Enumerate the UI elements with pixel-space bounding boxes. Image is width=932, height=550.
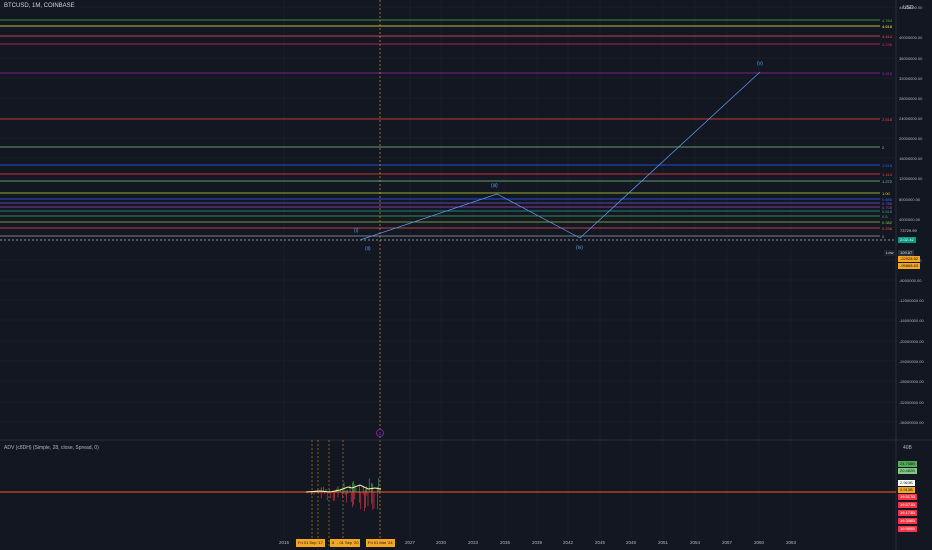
time-axis-label: 2042: [563, 540, 574, 545]
indicator-title[interactable]: ADV (c8DH) (Simple, 28, close, Spread, 0…: [4, 445, 99, 451]
date-tag: Fri 01 Sep '17: [296, 539, 325, 547]
fib-label: 0.382: [882, 219, 893, 225]
fib-label: 4.618: [882, 23, 893, 29]
wave-label: (ii): [365, 246, 371, 252]
indicator-tag: 24.758B: [898, 461, 917, 467]
time-axis-label: 2054: [690, 540, 701, 545]
fib-label: 4.414: [882, 33, 893, 39]
wave-label: (v): [757, 61, 763, 67]
price-axis-label: -28000000.00: [899, 379, 924, 384]
indicator-tag: 20.482B: [898, 468, 917, 474]
price-axis-label: 12000000.00: [899, 176, 923, 181]
time-axis-label: 2057: [722, 540, 733, 545]
indicator-tag: 19.571B: [898, 502, 917, 508]
wave-label: (i): [354, 228, 359, 234]
grid-lines: [0, 0, 896, 538]
price-axis-label: 40000000.00: [899, 35, 923, 40]
indicator-tag: 2.963B: [898, 480, 915, 486]
fib-label: 0.236: [882, 225, 893, 231]
price-tag: Low: [884, 250, 896, 256]
wave-label: (iv): [576, 245, 583, 251]
date-tag: - 01 Sep '20: [335, 539, 361, 547]
price-tag: 2-02-42: [898, 237, 916, 243]
time-axis-label: 2036: [500, 540, 511, 545]
fib-label: 0.5: [882, 213, 888, 219]
price-axis-label: 36000000.00: [899, 56, 923, 61]
fib-label: 1.272: [882, 178, 893, 184]
price-tag: -99868.63: [898, 263, 921, 269]
indicator-tag: 19.306B: [898, 518, 917, 524]
fib-label: 2: [882, 144, 885, 150]
time-axis-label: 2030: [436, 540, 447, 545]
adv-histogram: [305, 478, 382, 512]
fib-label: 3.618: [882, 70, 893, 76]
time-axis-label: 2039: [532, 540, 543, 545]
fib-label: 0: [882, 233, 885, 239]
price-axis-label: 44000000.00: [899, 5, 923, 10]
fib-label: 1.414: [882, 171, 893, 177]
time-axis-label: 2048: [626, 540, 637, 545]
price-axis-label: -24000000.00: [899, 359, 924, 364]
fib-label: 1.00: [882, 190, 890, 196]
indicator-tag: 19.517B: [898, 494, 917, 500]
chart-canvas[interactable]: 2: [0, 0, 932, 550]
time-axis-label: 2033: [468, 540, 479, 545]
time-axis-label: 2045: [595, 540, 606, 545]
indicator-scale-label: 40B: [903, 445, 912, 451]
time-axis-label: 2060: [754, 540, 765, 545]
price-axis-label: -20000000.00: [899, 339, 924, 344]
price-axis-label: 8000000.00: [899, 197, 921, 202]
time-axis-label: 2051: [658, 540, 669, 545]
price-axis-label: 20000000.00: [899, 136, 923, 141]
time-axis-label: 2015: [279, 540, 290, 545]
indicator-tag: 19.989B: [898, 526, 917, 532]
price-axis-label: -32000000.00: [899, 400, 924, 405]
price-tag: 73729.99: [898, 228, 919, 234]
date-tag: Fri 01 Mar '24: [366, 539, 395, 547]
price-axis-label: 24000000.00: [899, 116, 923, 121]
price-axis-label: -12000000.00: [899, 298, 924, 303]
fib-label: 1.618: [882, 162, 893, 168]
time-axis-label: 2027: [405, 540, 416, 545]
fib-levels: [0, 19, 880, 237]
wave-label: (iii): [491, 183, 498, 189]
fib-label: 4.236: [882, 41, 893, 47]
price-axis-label: 28000000.00: [899, 96, 923, 101]
price-tag: -22928.52: [898, 256, 921, 262]
price-axis-label: -16000000.00: [899, 318, 924, 323]
time-axis-label: 2063: [786, 540, 797, 545]
fib-label: 2.618: [882, 116, 893, 122]
price-axis-label: 16000000.00: [899, 156, 923, 161]
indicator-tag: 0.913B: [898, 487, 915, 493]
price-axis-label: -36000000.00: [899, 420, 924, 425]
adv-ma-line: [305, 484, 382, 493]
symbol-title[interactable]: BTCUSD, 1M, COINBASE: [4, 3, 75, 9]
price-axis-label: 32000000.00: [899, 76, 923, 81]
price-axis-label: 4000000.00: [899, 217, 921, 222]
elliott-wave-path[interactable]: [359, 71, 761, 241]
fib-label: 4.764: [882, 17, 893, 23]
indicator-tag: 19.173B: [898, 510, 917, 516]
price-axis-label: -8000000.00: [899, 278, 922, 283]
